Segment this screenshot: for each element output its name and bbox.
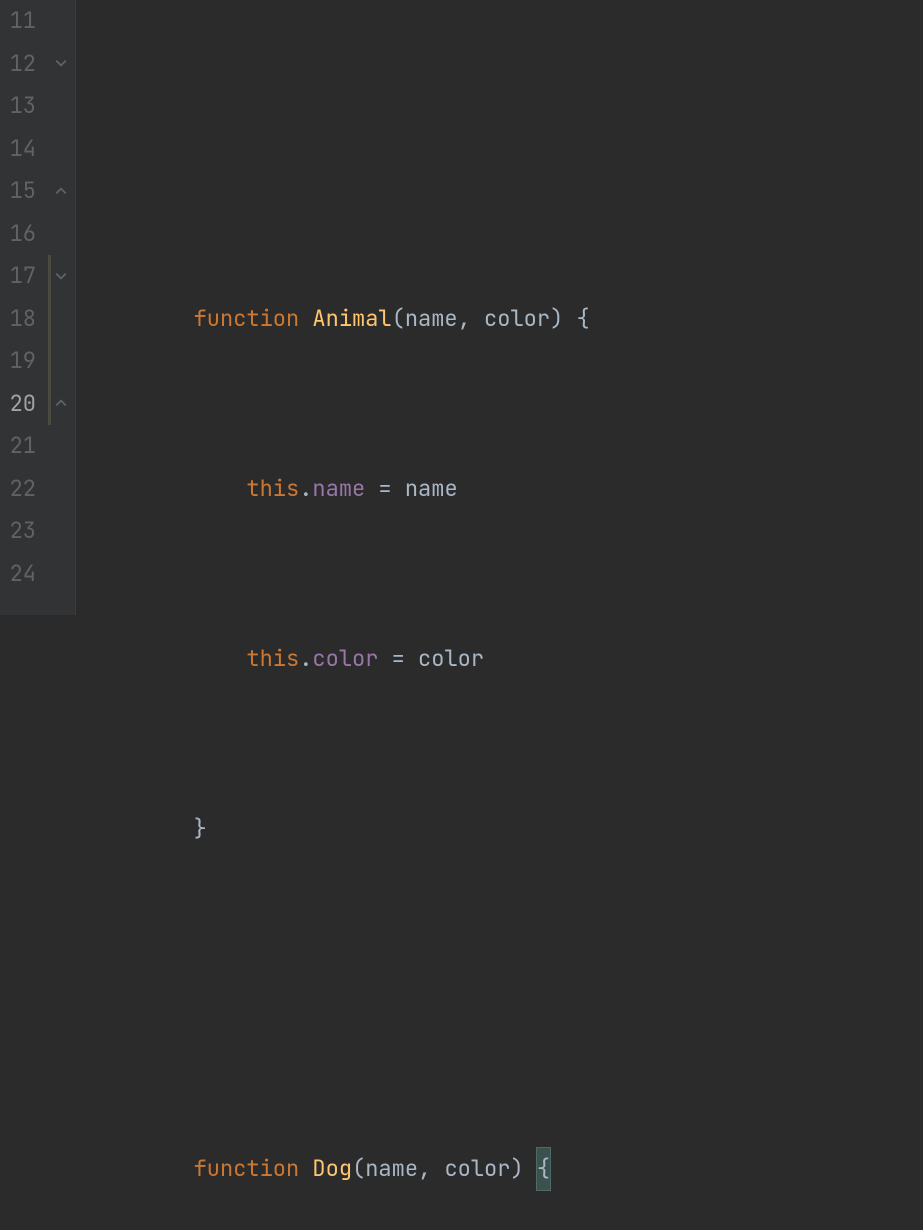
fold-gutter [46,0,76,615]
line-number: 24 [0,553,36,596]
line-number-gutter: 11 12 13 14 15 16 17 18 19 20 21 22 23 2… [0,0,46,615]
line-number: 16 [0,213,36,256]
code-editor[interactable]: 11 12 13 14 15 16 17 18 19 20 21 22 23 2… [0,0,923,615]
vcs-change-bar [48,255,51,425]
code-line[interactable] [76,978,923,1021]
line-number: 11 [0,0,36,43]
fold-toggle-icon[interactable] [54,269,68,283]
tok-this: this [246,638,299,681]
code-line[interactable]: function Animal(name, color) { [76,298,923,341]
code-line[interactable]: } [76,808,923,851]
line-number: 21 [0,425,36,468]
line-number: 19 [0,340,36,383]
tok-param: name [365,1148,418,1191]
code-line[interactable]: this.name = name [76,468,923,511]
line-number: 23 [0,510,36,553]
tok-func-name: Dog [312,1148,352,1191]
tok-property: color [312,638,378,681]
tok-keyword: function [194,298,300,341]
code-line[interactable]: function Dog(name, color) { [76,1148,923,1191]
tok-param: name [405,298,458,341]
line-number: 18 [0,298,36,341]
tok-this: this [246,468,299,511]
line-number: 20 [0,383,36,426]
line-number: 12 [0,43,36,86]
code-text-area[interactable]: function Animal(name, color) { this.name… [76,0,923,615]
tok-param: color [484,298,550,341]
line-number: 17 [0,255,36,298]
tok-property: name [312,468,365,511]
code-line[interactable] [76,128,923,171]
line-number: 14 [0,128,36,171]
brace-match-open: { [536,1147,551,1192]
line-number: 13 [0,85,36,128]
fold-toggle-icon[interactable] [54,184,68,198]
tok-keyword: function [194,1148,300,1191]
code-line[interactable]: this.color = color [76,638,923,681]
fold-toggle-icon[interactable] [54,396,68,410]
line-number: 22 [0,468,36,511]
fold-toggle-icon[interactable] [54,56,68,70]
line-number: 15 [0,170,36,213]
tok-param: color [444,1148,510,1191]
tok-func-name: Animal [312,298,391,341]
